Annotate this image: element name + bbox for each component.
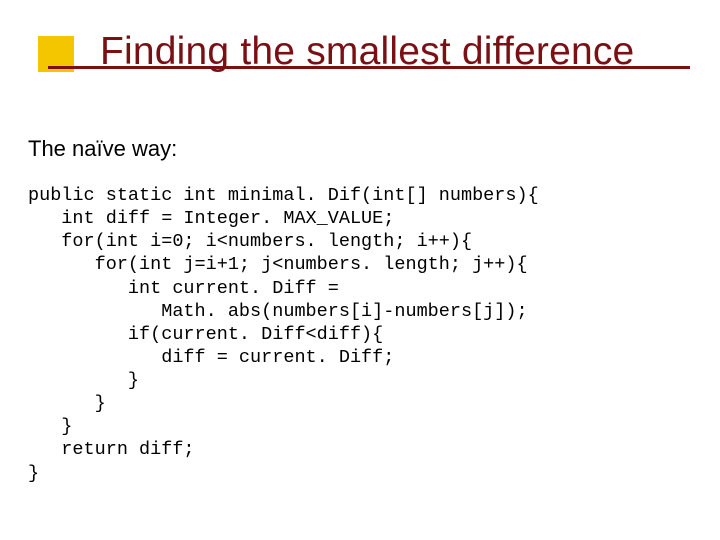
code-block: public static int minimal. Dif(int[] num… xyxy=(28,184,692,485)
slide: Finding the smallest difference The naïv… xyxy=(0,0,720,540)
slide-body: The naïve way: public static int minimal… xyxy=(0,100,720,485)
slide-title: Finding the smallest difference xyxy=(100,30,634,74)
title-row: Finding the smallest difference xyxy=(0,0,720,100)
lead-text: The naïve way: xyxy=(28,136,692,162)
